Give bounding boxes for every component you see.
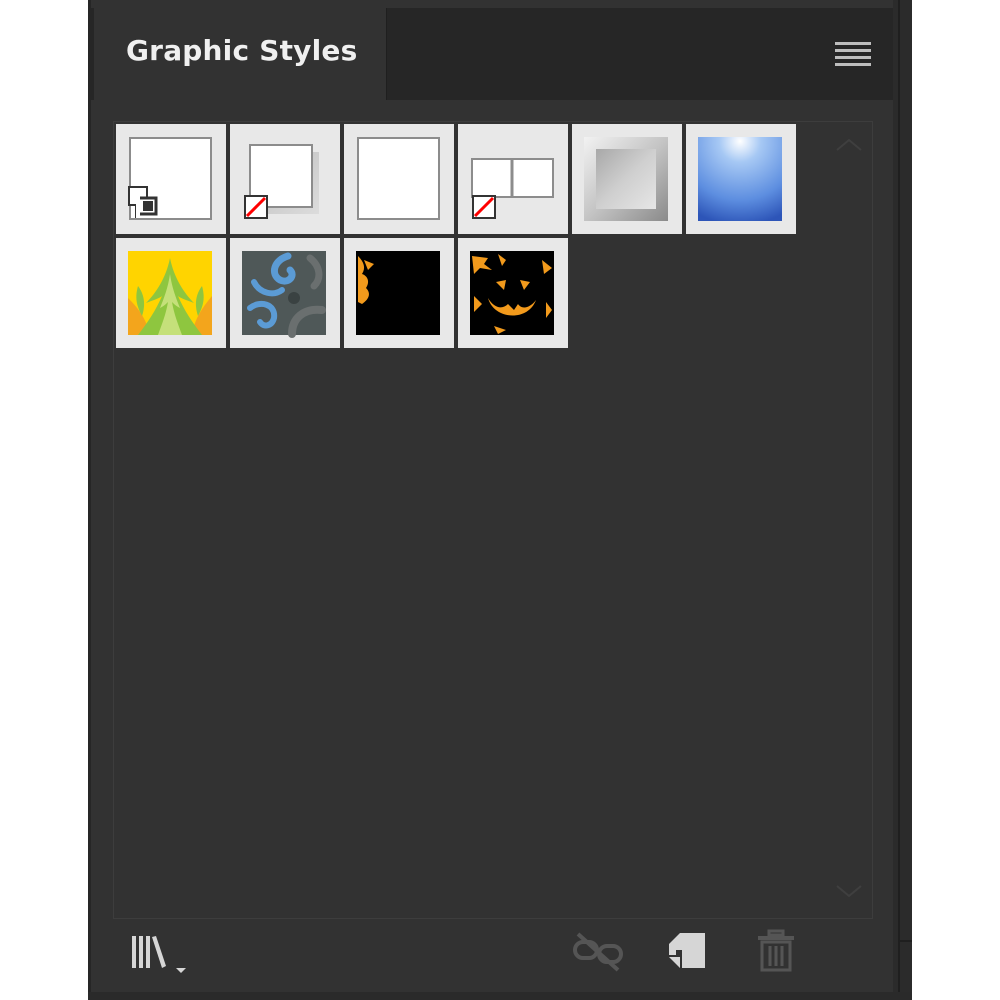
dock-edge-line — [898, 0, 900, 1000]
dock-edge-divider — [898, 940, 912, 942]
dock-edge — [893, 0, 912, 1000]
scroll-up-arrow-icon[interactable] — [834, 134, 864, 154]
style-swatch-silver-bevel[interactable] — [572, 124, 682, 234]
hamburger-menu-icon[interactable] — [835, 42, 871, 66]
scroll-down-arrow-icon[interactable] — [834, 882, 864, 902]
default-style-swatch-icon — [128, 137, 212, 220]
style-swatch-drop-shadow[interactable] — [230, 124, 340, 234]
drop-shadow-swatch-icon — [244, 144, 319, 219]
panel-bottom-edge — [88, 992, 912, 1000]
style-swatch-blue-glow[interactable] — [686, 124, 796, 234]
green-flame-swatch-icon — [128, 251, 212, 335]
double-box-swatch-icon — [471, 158, 554, 219]
blue-swirl-swatch-icon — [242, 251, 326, 338]
black-orange-swatch-icon — [356, 251, 440, 335]
tab-label: Graphic Styles — [126, 34, 358, 67]
style-swatch-blue-swirl[interactable] — [230, 238, 340, 348]
blue-glow-swatch-icon — [698, 137, 782, 221]
style-swatch-green-flame[interactable] — [116, 238, 226, 348]
style-swatch-black-orange[interactable] — [344, 238, 454, 348]
break-link-icon[interactable] — [572, 930, 624, 974]
jack-o-lantern-swatch-icon — [470, 251, 554, 335]
trash-icon[interactable] — [754, 928, 798, 974]
silver-bevel-swatch-icon — [584, 137, 668, 221]
panel-left-border — [88, 0, 91, 1000]
style-swatch-plain-stroke[interactable] — [344, 124, 454, 234]
plain-stroke-swatch-icon — [357, 137, 440, 220]
style-swatch-default[interactable] — [116, 124, 226, 234]
style-swatch-double-box[interactable] — [458, 124, 568, 234]
screen: Graphic Styles — [0, 0, 1000, 1000]
new-graphic-style-icon[interactable] — [668, 930, 708, 972]
style-swatch-jack-o-lantern[interactable] — [458, 238, 568, 348]
graphic-styles-library-icon[interactable] — [130, 932, 188, 976]
